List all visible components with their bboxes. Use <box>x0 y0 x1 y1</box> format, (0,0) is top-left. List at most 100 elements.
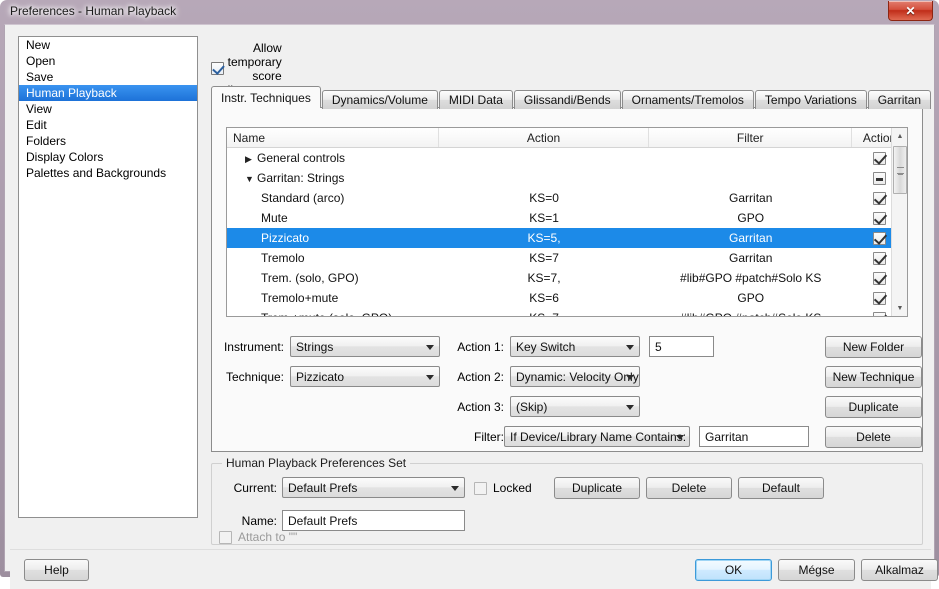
row-name-cell: Standard (arco) <box>261 191 345 205</box>
action3-label: Action 3: <box>457 400 504 414</box>
new-technique-button[interactable]: New Technique <box>825 366 922 388</box>
instrument-combo[interactable]: Strings <box>290 336 440 357</box>
sidebar-item-view[interactable]: View <box>19 101 197 117</box>
row-enabled-checkbox[interactable] <box>873 211 887 225</box>
table-row[interactable]: Trem.+mute (solo, GPO) KS=7 #lib#GPO #pa… <box>227 308 907 316</box>
row-enabled-checkbox[interactable] <box>873 151 887 165</box>
row-name-cell: Tremolo+mute <box>261 291 339 305</box>
row-enabled-checkbox[interactable] <box>873 291 887 305</box>
chevron-down-icon <box>626 375 634 380</box>
instrument-combo-value: Strings <box>296 339 334 354</box>
title-bar: Preferences - Human Playback ✕ <box>0 0 939 24</box>
tab-glissandi-bends[interactable]: Glissandi/Bends <box>513 90 621 109</box>
sidebar-item-new[interactable]: New <box>19 37 197 53</box>
action2-combo[interactable]: Dynamic: Velocity Only <box>510 366 640 387</box>
tab-strip[interactable]: Instr. Techniques Dynamics/Volume MIDI D… <box>211 86 932 109</box>
row-enabled-checkbox[interactable] <box>873 251 887 265</box>
expand-collapse-icon[interactable]: ▶ <box>245 154 257 165</box>
table-row-selected[interactable]: Pizzicato KS=5, Garritan <box>227 228 907 248</box>
scroll-up-icon[interactable]: ▲ <box>892 128 907 144</box>
help-button[interactable]: Help <box>24 559 89 581</box>
close-button[interactable]: ✕ <box>888 1 933 21</box>
attach-to-checkbox <box>219 530 232 544</box>
ok-button[interactable]: OK <box>695 559 772 581</box>
new-folder-button[interactable]: New Folder <box>825 336 922 358</box>
instrument-label: Instrument: <box>223 340 284 354</box>
row-action-cell: KS=7 <box>529 251 559 265</box>
table-row[interactable]: ▶ General controls <box>227 148 907 168</box>
sidebar-item-display-colors[interactable]: Display Colors <box>19 149 197 165</box>
sidebar-item-palettes-backgrounds[interactable]: Palettes and Backgrounds <box>19 165 197 181</box>
row-enabled-checkbox[interactable] <box>873 271 887 285</box>
cancel-button[interactable]: Mégse <box>778 559 855 581</box>
row-filter-cell: #lib#GPO #patch#Solo KS <box>680 271 822 285</box>
row-name-text: General controls <box>257 151 346 165</box>
locked-label: Locked <box>493 481 532 495</box>
duplicate-technique-button[interactable]: Duplicate <box>825 396 922 418</box>
row-enabled-checkbox[interactable] <box>873 311 887 316</box>
techniques-grid[interactable]: Name Action Filter Action ▶ General contr… <box>226 127 908 317</box>
table-row[interactable]: Standard (arco) KS=0 Garritan <box>227 188 907 208</box>
expand-collapse-icon[interactable]: ▼ <box>245 174 257 184</box>
grid-header-name[interactable]: Name <box>227 128 439 147</box>
category-list[interactable]: New Open Save Human Playback View Edit F… <box>18 36 198 518</box>
row-filter-cell: GPO <box>737 211 765 225</box>
tab-ornaments-tremolos[interactable]: Ornaments/Tremolos <box>621 90 754 109</box>
chevron-down-icon <box>426 345 434 350</box>
chevron-down-icon <box>426 375 434 380</box>
row-enabled-checkbox[interactable] <box>873 231 887 245</box>
sidebar-item-edit[interactable]: Edit <box>19 117 197 133</box>
row-filter-cell: #lib#GPO #patch#Solo KS <box>649 311 852 316</box>
row-name-cell: Mute <box>261 211 288 225</box>
current-label: Current: <box>233 481 277 495</box>
sidebar-item-save[interactable]: Save <box>19 69 197 85</box>
allow-temporary-score-adjustments-row[interactable]: Allow temporary score adjustments <box>211 41 282 97</box>
table-row[interactable]: Tremolo KS=7 Garritan <box>227 248 907 268</box>
table-row[interactable]: Trem. (solo, GPO) KS=7, #lib#GPO #patch#… <box>227 268 907 288</box>
row-filter-cell: Garritan <box>729 251 773 265</box>
scroll-down-icon[interactable]: ▼ <box>892 300 907 316</box>
sidebar-item-open[interactable]: Open <box>19 53 197 69</box>
table-row[interactable]: Tremolo+mute KS=6 GPO <box>227 288 907 308</box>
action3-combo[interactable]: (Skip) <box>510 396 640 417</box>
human-playback-preferences-set-group: Human Playback Preferences Set Current: … <box>211 456 923 545</box>
delete-technique-button[interactable]: Delete <box>825 426 922 448</box>
table-row[interactable]: Mute KS=1 GPO <box>227 208 907 228</box>
sidebar-item-human-playback[interactable]: Human Playback <box>19 85 197 101</box>
current-prefs-combo[interactable]: Default Prefs <box>282 477 465 498</box>
scrollbar-thumb[interactable] <box>893 146 907 194</box>
tab-instr-techniques[interactable]: Instr. Techniques <box>211 86 321 108</box>
filter-text-input[interactable]: Garritan <box>699 426 809 447</box>
grid-header-action[interactable]: Action <box>439 128 650 147</box>
locked-row[interactable]: Locked <box>474 481 532 495</box>
filter-combo[interactable]: If Device/Library Name Contains: <box>504 426 690 447</box>
action1-param-input[interactable]: 5 <box>649 336 714 357</box>
row-name-cell: Trem. (solo, GPO) <box>261 271 359 285</box>
table-row[interactable]: ▼ Garritan: Strings <box>227 168 907 188</box>
apply-button[interactable]: Alkalmaz <box>861 559 938 581</box>
tab-garritan[interactable]: Garritan <box>867 90 932 109</box>
prefs-name-value: Default Prefs <box>288 513 358 528</box>
row-name-text: Garritan: Strings <box>257 171 345 185</box>
prefs-duplicate-button[interactable]: Duplicate <box>554 477 640 499</box>
row-enabled-checkbox[interactable] <box>873 171 887 185</box>
prefs-name-input[interactable]: Default Prefs <box>282 510 465 531</box>
tab-dynamics-volume[interactable]: Dynamics/Volume <box>321 90 438 109</box>
locked-checkbox[interactable] <box>474 481 487 495</box>
sidebar-item-folders[interactable]: Folders <box>19 133 197 149</box>
current-prefs-value: Default Prefs <box>288 480 358 495</box>
row-filter-cell: GPO <box>737 291 765 305</box>
grid-header-filter[interactable]: Filter <box>649 128 853 147</box>
action1-combo[interactable]: Key Switch <box>510 336 640 357</box>
row-name-cell: Pizzicato <box>261 231 310 245</box>
prefs-default-button[interactable]: Default <box>738 477 824 499</box>
tab-tempo-variations[interactable]: Tempo Variations <box>754 90 867 109</box>
technique-combo[interactable]: Pizzicato <box>290 366 440 387</box>
prefs-delete-button[interactable]: Delete <box>646 477 732 499</box>
row-action-cell: KS=5, <box>527 231 561 245</box>
row-enabled-checkbox[interactable] <box>873 191 887 205</box>
tab-midi-data[interactable]: MIDI Data <box>438 90 513 109</box>
row-action-cell: KS=0 <box>529 191 559 205</box>
grid-vertical-scrollbar[interactable]: ▲ ▼ <box>891 128 907 316</box>
group-title: Human Playback Preferences Set <box>222 456 411 470</box>
